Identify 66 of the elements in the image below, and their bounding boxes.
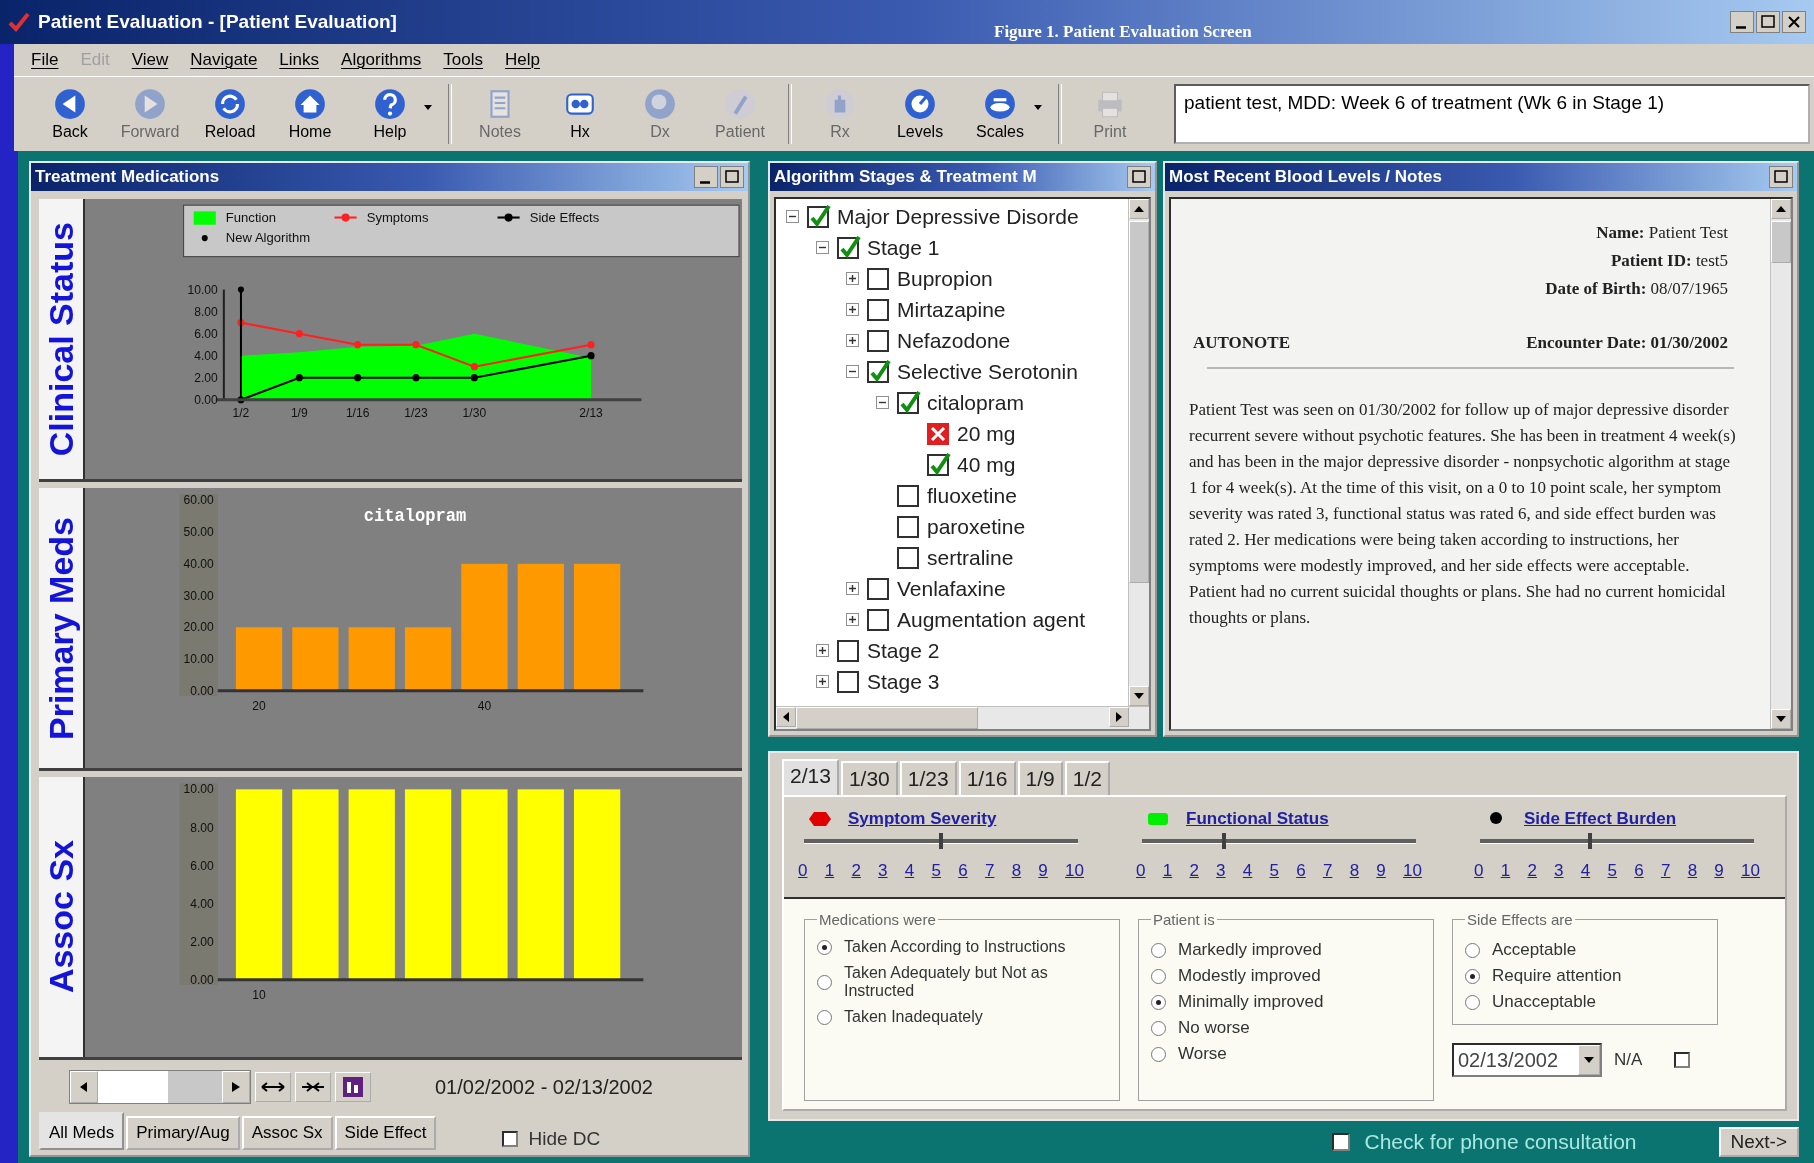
tick-label: 6.00 bbox=[190, 858, 214, 873]
legend-label: Side Effects bbox=[529, 209, 600, 225]
checkbox-label: Check for phone consultation bbox=[1364, 1130, 1637, 1154]
tick-label: 0.00 bbox=[190, 972, 214, 987]
window-title: Patient Evaluation - [Patient Evaluation] bbox=[38, 11, 397, 33]
option-label: Worse bbox=[1178, 1044, 1227, 1064]
chart-title: citalopram bbox=[363, 506, 467, 526]
group-title: Side Effects are bbox=[1466, 911, 1574, 928]
tick-label: 8.00 bbox=[190, 820, 214, 835]
checkbox-label: N/A bbox=[1614, 1050, 1643, 1070]
section-label: Clinical Status bbox=[41, 221, 81, 457]
legend-label: Symptoms bbox=[366, 209, 429, 225]
option-label: Taken Adequately but Not as Instructed bbox=[844, 964, 1049, 1000]
option-label: Markedly improved bbox=[1178, 940, 1322, 960]
tick-label: 40 bbox=[477, 699, 492, 714]
section-label: Primary Meds bbox=[41, 516, 81, 740]
tick-label: 10.00 bbox=[187, 282, 218, 297]
tick-label: 4.00 bbox=[194, 348, 218, 363]
option-label: Unacceptable bbox=[1492, 992, 1596, 1012]
tick-label: 1/30 bbox=[462, 406, 487, 421]
patient-field: Patient ID: test5 bbox=[1189, 251, 1728, 271]
tick-label: 2.00 bbox=[194, 370, 218, 385]
figure-caption: Figure 1. Patient Evaluation Screen bbox=[994, 22, 1252, 42]
tick-label: 60.00 bbox=[183, 493, 214, 508]
tick-label: 30.00 bbox=[183, 588, 214, 603]
group-title: Medications were bbox=[818, 911, 937, 928]
tick-label: 2.00 bbox=[190, 934, 214, 949]
status-field: patient test, MDD: Week 6 of treatment (Wk 6 in Stage 1) bbox=[1174, 84, 1810, 144]
panel-title: Algorithm Stages & Treatment M bbox=[774, 167, 1038, 187]
tick-label: 20 bbox=[252, 699, 266, 714]
tick-label: 1/2 bbox=[232, 406, 250, 421]
tick-label: 0.00 bbox=[194, 392, 218, 407]
panel-title: Most Recent Blood Levels / Notes bbox=[1169, 167, 1443, 187]
tick-label: 40.00 bbox=[183, 556, 214, 571]
tick-label: 50.00 bbox=[183, 525, 214, 540]
option-label: Minimally improved bbox=[1178, 992, 1324, 1012]
note-paragraph: Patient Test was seen on 01/30/2002 for follow up of major depressive disorder recurrent severe without psychotic features. She has been in treatment 4 week(s) and has been in the major depressive disorder - nonpsychotic algorithm at stage 1 for 4 week(s). At the time of this visit, on a 0 to 10 point scale, her symptom severity was rated 3, functional status was rated 6, and side effect burden was rated 2. Her medications were being taken according to instructions, her symptoms were modestly improved, and her side effects were acceptable. Patient had no current suicidal thoughts or plans. She had no current homicidal thoughts or plans. bbox=[1189, 399, 1737, 629]
section-label: Assoc Sx bbox=[41, 840, 81, 994]
option-label: Require attention bbox=[1492, 966, 1622, 986]
date-range: 01/02/2002 - 02/13/2002 bbox=[435, 1075, 653, 1099]
tick-label: 8.00 bbox=[194, 304, 218, 319]
option-label: Taken Inadequately bbox=[844, 1008, 983, 1026]
legend-label: New Algorithm bbox=[225, 230, 311, 246]
option-label: No worse bbox=[1178, 1018, 1250, 1038]
tick-label: 6.00 bbox=[194, 326, 218, 341]
patient-field: Name: Patient Test bbox=[1189, 223, 1728, 243]
group-title: Patient is bbox=[1152, 911, 1216, 928]
tick-label: 2/13 bbox=[579, 406, 603, 421]
option-label: Acceptable bbox=[1492, 940, 1577, 960]
tick-label: 10 bbox=[252, 988, 266, 1003]
tick-label: 1/16 bbox=[345, 406, 370, 421]
note-heading: AUTONOTE bbox=[1193, 333, 1290, 353]
panel-title: Treatment Medications bbox=[35, 167, 221, 187]
checkbox-label: Hide DC bbox=[528, 1128, 601, 1150]
tick-label: 1/23 bbox=[404, 406, 428, 421]
tick-label: 10.00 bbox=[183, 782, 214, 797]
tick-label: 1/9 bbox=[290, 406, 308, 421]
legend-label: Function bbox=[225, 209, 276, 225]
tick-label: 4.00 bbox=[190, 896, 214, 911]
option-label: Taken According to Instructions bbox=[844, 938, 1066, 956]
tick-label: 0.00 bbox=[190, 683, 214, 698]
tick-label: 20.00 bbox=[183, 620, 214, 635]
tick-label: 10.00 bbox=[183, 652, 214, 667]
option-label: Modestly improved bbox=[1178, 966, 1321, 986]
patient-field: Date of Birth: 08/07/1965 bbox=[1189, 279, 1728, 299]
encounter-date: Encounter Date: 01/30/2002 bbox=[1526, 333, 1728, 353]
